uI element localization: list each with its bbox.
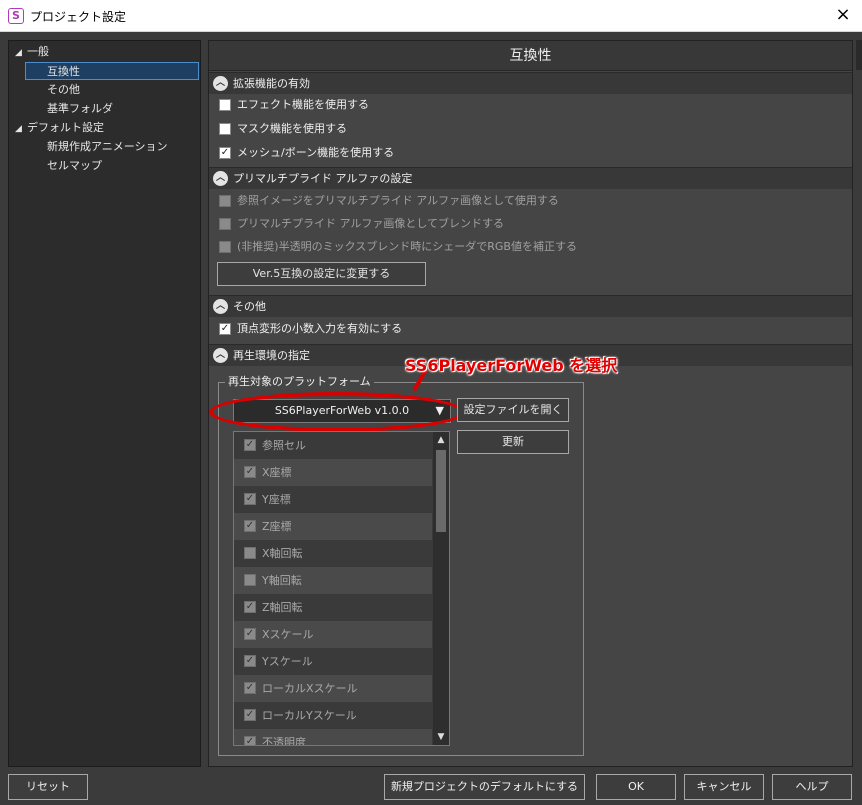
attribute-checkbox[interactable]: ✓ — [244, 682, 256, 694]
annotation-label: SS6PlayerForWeb を選択 — [405, 356, 618, 375]
blend-checkbox — [219, 218, 231, 230]
list-item[interactable]: ✓ Xスケール — [234, 621, 432, 648]
mix-checkbox — [219, 241, 231, 253]
tree-item-new-animation[interactable]: 新規作成アニメーション — [47, 138, 168, 156]
checkbox-row-mask[interactable]: マスク機能を使用する — [209, 117, 852, 141]
attribute-checkbox[interactable]: ✓ — [244, 466, 256, 478]
platform-group-title: 再生対象のプラットフォーム — [225, 375, 374, 389]
effect-checkbox[interactable] — [219, 99, 231, 111]
update-button[interactable]: 更新 — [457, 430, 569, 454]
tree-item-default-settings[interactable]: ◢ デフォルト設定 — [15, 119, 104, 137]
ver5-compat-button[interactable]: Ver.5互換の設定に変更する — [217, 262, 426, 286]
attribute-checkbox[interactable]: ✓ — [244, 439, 256, 451]
attribute-checkbox[interactable]: ✓ — [244, 736, 256, 745]
help-button[interactable]: ヘルプ — [772, 774, 852, 800]
section-extensions[interactable]: ︿ 拡張機能の有効 — [209, 72, 852, 94]
list-item[interactable]: ✓ 参照セル — [234, 432, 432, 459]
list-item[interactable]: ✓ ローカルYスケール — [234, 702, 432, 729]
checkbox-row-ref-image: 参照イメージをプリマルチプライド アルファ画像として使用する — [209, 189, 852, 213]
title-bar: S プロジェクト設定 × — [0, 0, 862, 32]
checkbox-row-mesh[interactable]: ✓ メッシュ/ボーン機能を使用する — [209, 141, 852, 165]
decimal-checkbox[interactable]: ✓ — [219, 323, 231, 335]
set-default-button[interactable]: 新規プロジェクトのデフォルトにする — [384, 774, 585, 800]
list-item[interactable]: Y軸回転 — [234, 567, 432, 594]
checkbox-row-effect[interactable]: エフェクト機能を使用する — [209, 93, 852, 117]
checkbox-row-mix: (非推奨)半透明のミックスブレンド時にシェーダでRGB値を補正する — [209, 235, 852, 259]
list-item[interactable]: ✓ Y座標 — [234, 486, 432, 513]
list-item[interactable]: ✓ Z軸回転 — [234, 594, 432, 621]
app-icon: S — [8, 8, 24, 24]
cancel-button[interactable]: キャンセル — [684, 774, 764, 800]
tree-item-cellmap[interactable]: セルマップ — [47, 157, 102, 175]
tree-item-other[interactable]: その他 — [47, 81, 80, 99]
tree-item-general[interactable]: ◢ 一般 — [15, 43, 49, 61]
reset-button[interactable]: リセット — [8, 774, 88, 800]
attribute-checkbox[interactable] — [244, 574, 256, 586]
attribute-checkbox[interactable]: ✓ — [244, 709, 256, 721]
chevron-up-icon[interactable]: ︿ — [213, 299, 228, 314]
checkbox-row-decimal[interactable]: ✓ 頂点変形の小数入力を有効にする — [209, 317, 852, 341]
list-item[interactable]: ✓ X座標 — [234, 459, 432, 486]
tree-item-compatibility[interactable]: 互換性 — [25, 62, 199, 80]
tree-item-base-folder[interactable]: 基準フォルダ — [47, 100, 113, 118]
list-scrollbar[interactable]: ▲ ▼ — [433, 432, 449, 745]
annotation-callout — [209, 392, 465, 432]
scroll-down-icon[interactable]: ▼ — [433, 729, 449, 745]
scroll-thumb[interactable] — [436, 450, 446, 532]
settings-tree: ◢ 一般 互換性 その他 基準フォルダ ◢ デフォルト設定 新規作成アニメーション … — [8, 40, 201, 767]
panel-title: 互換性 — [209, 41, 852, 71]
checkbox-row-blend: プリマルチプライド アルファ画像としてブレンドする — [209, 212, 852, 236]
section-other[interactable]: ︿ その他 — [209, 295, 852, 317]
list-item[interactable]: ✓ Z座標 — [234, 513, 432, 540]
list-item[interactable]: ✓ ローカルXスケール — [234, 675, 432, 702]
chevron-up-icon[interactable]: ︿ — [213, 171, 228, 186]
chevron-up-icon[interactable]: ︿ — [213, 76, 228, 91]
tree-expand-icon[interactable]: ◢ — [15, 120, 27, 138]
attribute-list[interactable]: ✓ 参照セル ✓ X座標 ✓ Y座標 ✓ Z座標 X軸回転 Y軸回転 ✓ Z軸回転 ✓ Xス… — [233, 431, 450, 746]
attribute-checkbox[interactable] — [244, 547, 256, 559]
section-premultiplied[interactable]: ︿ プリマルチプライド アルファの設定 — [209, 167, 852, 189]
list-item[interactable]: ✓ Yスケール — [234, 648, 432, 675]
attribute-checkbox[interactable]: ✓ — [244, 493, 256, 505]
attribute-checkbox[interactable]: ✓ — [244, 655, 256, 667]
window-title: プロジェクト設定 — [30, 10, 127, 24]
ref-image-checkbox — [219, 195, 231, 207]
scroll-up-icon[interactable]: ▲ — [433, 432, 449, 448]
mesh-checkbox[interactable]: ✓ — [219, 147, 231, 159]
compatibility-panel: 互換性 ︿ 拡張機能の有効 エフェクト機能を使用する マスク機能を使用する ✓ … — [208, 40, 853, 767]
ok-button[interactable]: OK — [596, 774, 676, 800]
attribute-checkbox[interactable]: ✓ — [244, 628, 256, 640]
panel-edge-scrollbar — [856, 40, 862, 70]
list-item[interactable]: ✓ 不透明度 — [234, 729, 432, 745]
chevron-up-icon[interactable]: ︿ — [213, 348, 228, 363]
close-icon[interactable]: × — [834, 5, 852, 25]
tree-expand-icon[interactable]: ◢ — [15, 44, 27, 62]
mask-checkbox[interactable] — [219, 123, 231, 135]
list-item[interactable]: X軸回転 — [234, 540, 432, 567]
attribute-checkbox[interactable]: ✓ — [244, 520, 256, 532]
attribute-checkbox[interactable]: ✓ — [244, 601, 256, 613]
open-settings-file-button[interactable]: 設定ファイルを開く — [457, 398, 569, 422]
